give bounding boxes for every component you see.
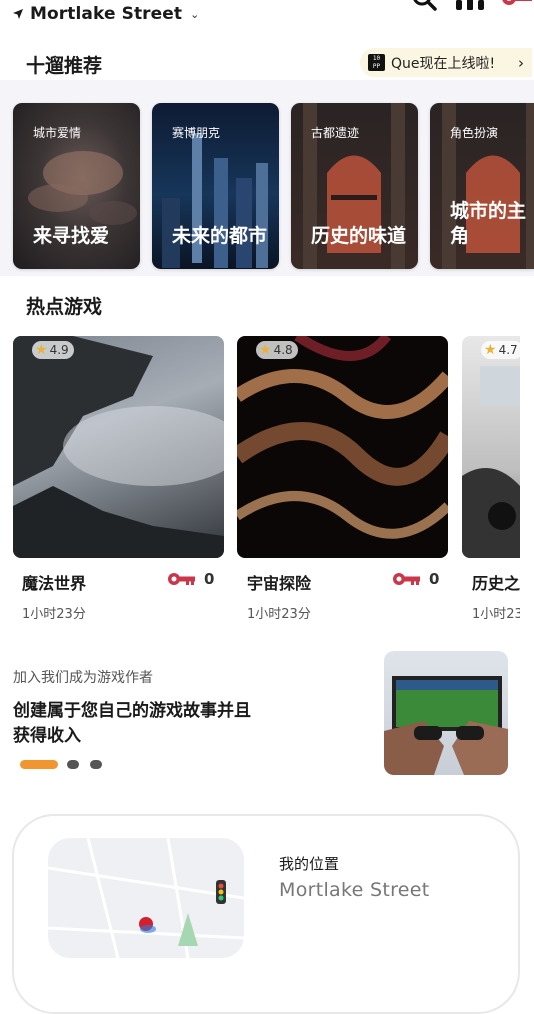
key-icon (393, 573, 420, 585)
rating-badge: ★ 4.7 (481, 341, 520, 359)
map-image (48, 838, 244, 958)
game-keys: 0 (168, 570, 214, 588)
hot-games-title: 热点游戏 (26, 296, 103, 318)
my-location-label: 我的位置 (279, 855, 340, 873)
game-duration: 1小时23分 (22, 607, 86, 622)
game-keys-count: 0 (429, 570, 440, 588)
rating-value: 4.9 (49, 343, 69, 357)
chevron-right-icon: › (518, 53, 524, 72)
card-title: 来寻找爱 (33, 225, 110, 247)
recommend-card[interactable]: 角色扮演 城市的主角 (430, 103, 534, 269)
location-name: Mortlake Street (30, 4, 183, 24)
game-card[interactable]: ★ 4.9 (13, 336, 224, 558)
game-keys: 0 (393, 570, 439, 588)
game-name: 宇宙探险 (247, 574, 312, 593)
card-title: 城市的主角 (450, 200, 527, 247)
location-selector[interactable]: Mortlake Street ⌄ (12, 3, 199, 25)
game-duration: 1小时23分 (247, 607, 311, 622)
promo-title-line2: 获得收入 (13, 726, 81, 746)
star-icon: ★ (35, 342, 48, 358)
que-launch-pill[interactable]: 10 PP Que现在上线啦! › (360, 48, 532, 77)
rating-badge: ★ 4.9 (32, 341, 74, 359)
recommend-card[interactable]: 古都遗迹 历史的味道 (291, 103, 418, 269)
card-title: 历史的味道 (311, 225, 407, 247)
card-tag: 角色扮演 (450, 126, 499, 140)
traffic-light-icon (216, 880, 226, 904)
card-tag: 赛博朋克 (172, 126, 221, 140)
promo-image[interactable] (384, 651, 508, 775)
carousel-dot[interactable] (90, 760, 102, 769)
foggy-forest-image (13, 336, 224, 558)
search-icon[interactable] (410, 0, 440, 16)
game-name: 魔法世界 (22, 574, 87, 593)
top-actions (410, 0, 534, 18)
location-arrow-icon (13, 9, 23, 19)
headset-icon[interactable] (454, 0, 486, 18)
que-badge-icon: 10 PP (368, 54, 385, 71)
key-icon[interactable] (500, 0, 534, 16)
game-name: 历史之 (472, 574, 520, 593)
my-location-value: Mortlake Street (279, 879, 430, 901)
carousel-dot-active[interactable] (20, 760, 58, 769)
card-tag: 古都遗迹 (311, 126, 360, 140)
recommend-title: 十遛推荐 (26, 55, 103, 77)
carousel-dot[interactable] (67, 760, 79, 769)
game-keys-count: 0 (204, 570, 215, 588)
key-icon (168, 573, 195, 585)
promo-title-line1: 创建属于您自己的游戏故事并且 (13, 701, 251, 721)
abstract-waves-image (237, 336, 448, 539)
recommend-card[interactable]: 赛博朋克 未来的都市 (152, 103, 279, 269)
game-duration: 1小时23 (472, 607, 520, 622)
chevron-down-icon: ⌄ (190, 7, 200, 21)
rating-badge: ★ 4.8 (256, 341, 298, 359)
rating-value: 4.7 (498, 343, 518, 357)
mini-map[interactable] (48, 838, 244, 958)
game-card[interactable]: ★ 4.8 (237, 336, 448, 558)
game-card[interactable]: ★ 4.7 (462, 336, 520, 558)
vintage-car-image (462, 366, 520, 558)
card-tag: 城市爱情 (33, 126, 82, 140)
card-title: 未来的都市 (172, 225, 268, 247)
rating-value: 4.8 (273, 343, 293, 357)
gaming-controllers-image (384, 676, 508, 775)
promo-subtitle: 加入我们成为游戏作者 (13, 670, 153, 686)
star-icon: ★ (259, 342, 272, 358)
que-pill-label: Que现在上线啦! (391, 55, 496, 72)
recommend-card[interactable]: 城市爱情 来寻找爱 (13, 103, 140, 269)
star-icon: ★ (484, 342, 497, 358)
